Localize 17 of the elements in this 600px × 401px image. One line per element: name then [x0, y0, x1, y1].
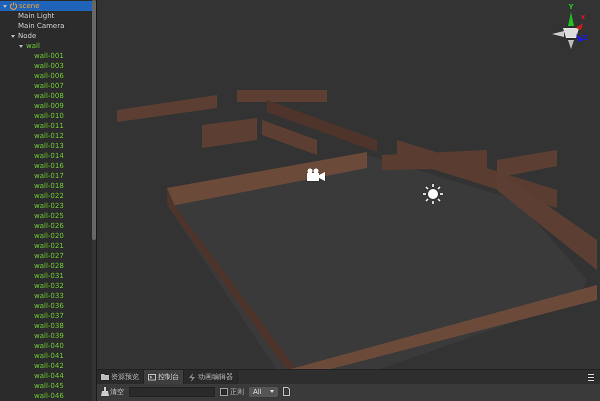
caret-icon — [270, 390, 274, 393]
scene-icon — [10, 2, 17, 10]
filter-field[interactable] — [129, 386, 215, 396]
scrollbar[interactable] — [92, 0, 96, 401]
gizmo-cube-drawing — [552, 28, 579, 49]
camera-icon[interactable] — [306, 168, 326, 182]
lightning-icon — [188, 372, 196, 382]
folder-icon — [101, 372, 109, 382]
file-icon[interactable] — [282, 387, 290, 396]
sun-icon[interactable] — [423, 184, 443, 204]
regex-checkbox[interactable] — [220, 388, 228, 396]
console-icon — [148, 372, 156, 382]
axis-arrow[interactable] — [576, 34, 584, 42]
scrollbar-thumb[interactable] — [92, 0, 96, 240]
axis-arrow[interactable] — [568, 12, 574, 26]
axis-arrow[interactable] — [576, 23, 583, 30]
broom-icon — [101, 387, 109, 396]
